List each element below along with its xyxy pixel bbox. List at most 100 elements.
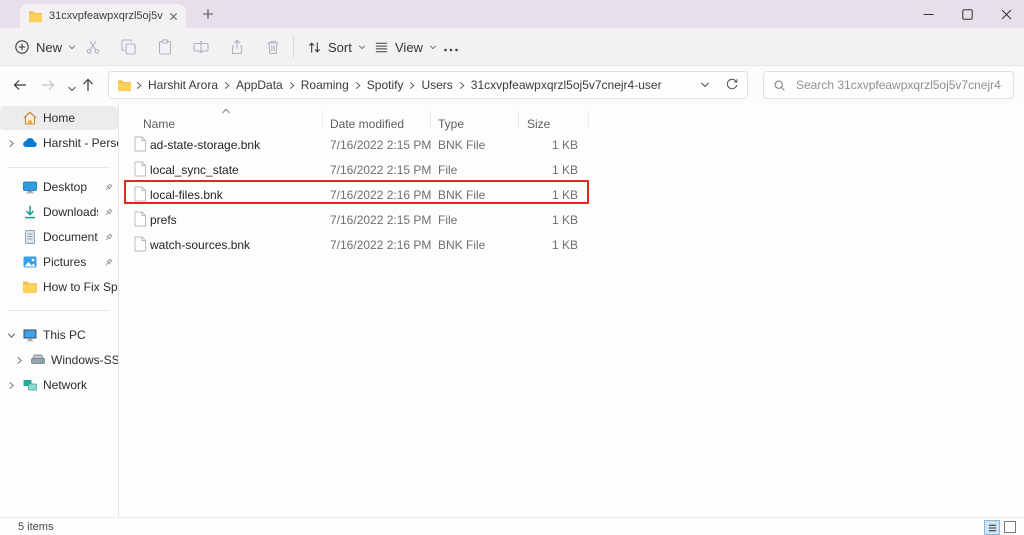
view-button[interactable]: View [374,35,437,59]
sidebar-item-downloads[interactable]: Downloads [0,200,118,224]
recent-locations-button[interactable] [64,81,80,97]
paste-button[interactable] [157,39,173,55]
file-size: 1 KB [500,238,578,252]
details-view-icon [988,524,997,532]
details-view-toggle[interactable] [984,520,1000,535]
copy-button[interactable] [121,39,137,55]
sidebar-item-pictures[interactable]: Pictures [0,250,118,274]
view-button-label: View [395,40,423,55]
chevron-spacer [6,232,17,243]
share-button[interactable] [229,39,245,55]
file-type: BNK File [438,238,485,252]
file-size: 1 KB [500,213,578,227]
sidebar-item-onedrive[interactable]: Harshit - Personal [0,131,118,155]
file-icon [133,186,147,202]
breadcrumb-separator-icon[interactable] [354,81,362,90]
refresh-icon[interactable] [725,78,739,92]
close-button[interactable] [1001,9,1012,20]
file-row[interactable]: watch-sources.bnk 7/16/2022 2:16 PM BNK … [119,232,1024,257]
sort-button[interactable]: Sort [307,35,366,59]
file-type: File [438,213,457,227]
tab-close-icon[interactable] [169,12,178,21]
chevron-spacer [6,257,17,268]
sidebar-item-this-pc[interactable]: This PC [0,323,118,347]
window-controls [923,0,1012,28]
folder-icon [22,279,38,295]
column-divider[interactable] [430,110,431,128]
search-input[interactable] [794,77,1004,93]
sidebar-item-desktop[interactable]: Desktop [0,175,118,199]
expand-chevron-icon[interactable] [6,380,17,391]
sidebar-item-windows-ssd[interactable]: Windows-SSD (C: [0,348,118,372]
chevron-spacer [6,207,17,218]
file-row-highlighted[interactable]: local-files.bnk 7/16/2022 2:16 PM BNK Fi… [119,182,1024,207]
rename-button[interactable] [193,39,209,55]
column-header-type[interactable]: Type [438,117,464,131]
back-button[interactable] [12,77,28,93]
pictures-icon [22,254,38,270]
sidebar-item-label: Documents [43,230,98,244]
toolbar-divider [293,36,294,58]
downloads-icon [22,204,38,220]
file-row[interactable]: local_sync_state 7/16/2022 2:15 PM File … [119,157,1024,182]
breadcrumb-segment[interactable]: Spotify [365,78,406,92]
breadcrumb-separator-icon[interactable] [408,81,416,90]
column-header-name[interactable]: Name [143,117,175,131]
column-divider[interactable] [322,110,323,128]
breadcrumb-segment[interactable]: Harshit Arora [146,78,220,92]
new-button[interactable]: New [14,35,76,59]
address-dropdown-icon[interactable] [700,80,710,90]
file-type: BNK File [438,188,485,202]
breadcrumb-segment[interactable]: Users [419,78,454,92]
file-row[interactable]: ad-state-storage.bnk 7/16/2022 2:15 PM B… [119,132,1024,157]
titlebar: 31cxvpfeawpxqrzl5oj5v7cnejr4-user [0,0,1024,28]
column-header-size[interactable]: Size [527,117,550,131]
minimize-button[interactable] [923,9,934,20]
forward-button[interactable] [40,77,56,93]
file-icon [133,236,147,252]
folder-icon [117,79,132,92]
breadcrumb-separator-icon[interactable] [223,81,231,90]
breadcrumb-segment[interactable]: 31cxvpfeawpxqrzl5oj5v7cnejr4-user [469,78,664,92]
maximize-button[interactable] [962,9,973,20]
more-options-button[interactable] [443,42,459,58]
sidebar-item-label: Windows-SSD (C: [51,353,118,367]
sidebar-item-label: How to Fix Spotify [43,280,118,294]
file-size: 1 KB [500,138,578,152]
column-divider[interactable] [588,110,589,128]
sidebar-item-network[interactable]: Network [0,373,118,397]
sidebar-item-home[interactable]: Home [0,106,118,130]
cut-button[interactable] [85,39,101,55]
breadcrumb-separator-icon[interactable] [458,81,466,90]
file-row[interactable]: prefs 7/16/2022 2:15 PM File 1 KB [119,207,1024,232]
up-button[interactable] [80,77,96,93]
file-name: watch-sources.bnk [150,238,250,252]
sidebar-item-label: Harshit - Personal [43,136,118,150]
column-header-date-modified[interactable]: Date modified [330,117,404,131]
search-icon [773,79,786,92]
address-bar[interactable]: Harshit Arora AppData Roaming Spotify Us… [108,71,748,99]
file-icon [133,161,147,177]
sidebar-item-documents[interactable]: Documents [0,225,118,249]
collapse-chevron-icon[interactable] [6,330,17,341]
new-tab-button[interactable] [201,7,215,21]
sidebar-item-label: Desktop [43,180,98,194]
chevron-spacer [6,182,17,193]
delete-button[interactable] [265,39,281,55]
file-name: ad-state-storage.bnk [150,138,260,152]
sidebar-item-how-to-fix-spotify[interactable]: How to Fix Spotify [0,275,118,299]
file-name: prefs [150,213,177,227]
pin-icon [103,257,114,268]
sidebar-item-label: Pictures [43,255,98,269]
breadcrumb-separator-icon[interactable] [288,81,296,90]
column-divider[interactable] [518,110,519,128]
breadcrumb-segment[interactable]: AppData [234,78,285,92]
breadcrumb-separator-icon[interactable] [135,81,143,90]
large-icons-view-toggle[interactable] [1004,521,1016,533]
explorer-tab[interactable]: 31cxvpfeawpxqrzl5oj5v7cnejr4-user [20,4,186,28]
expand-chevron-icon[interactable] [14,355,25,366]
expand-chevron-icon[interactable] [6,138,17,149]
breadcrumb-segment[interactable]: Roaming [299,78,351,92]
search-box[interactable] [763,71,1014,99]
sidebar-item-label: This PC [43,328,118,342]
